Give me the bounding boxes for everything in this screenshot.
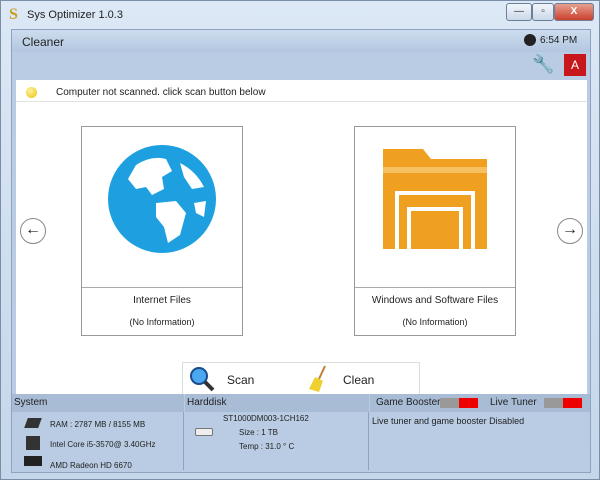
card-internet-files[interactable]: Internet Files (No Information) xyxy=(81,126,243,336)
section-title: Cleaner xyxy=(22,35,65,49)
status-bar: Computer not scanned. click scan button … xyxy=(16,82,587,102)
main-panel: Cleaner 6:54 PM 🔧 A Computer not scanned… xyxy=(11,29,591,473)
app-logo-icon: S xyxy=(9,6,18,23)
harddisk-column: ST1000DM003-1CH162 Size : 1 TB Temp : 31… xyxy=(185,412,369,470)
harddisk-temp: Temp : 31.0 ° C xyxy=(239,442,295,451)
cpu-text: Intel Core i5-3570@ 3.40GHz xyxy=(50,440,156,449)
card-subtitle: (No Information) xyxy=(402,317,468,327)
folder-icon xyxy=(383,149,487,249)
account-button[interactable]: A xyxy=(564,54,586,76)
cleaner-content: Computer not scanned. click scan button … xyxy=(16,80,587,394)
system-info-panel: System Harddisk Game Booster Live Tuner … xyxy=(12,394,590,472)
card-title: Windows and Software Files xyxy=(371,295,499,306)
live-tuner-label: Live Tuner xyxy=(490,397,537,408)
scan-button[interactable]: Scan xyxy=(227,373,254,387)
window-title: Sys Optimizer 1.0.3 xyxy=(27,9,123,21)
game-booster-toggle[interactable] xyxy=(440,398,478,408)
live-tuner-toggle[interactable] xyxy=(544,398,582,408)
boost-column: Live tuner and game booster Disabled xyxy=(370,412,590,470)
card-title: Internet Files xyxy=(133,295,191,306)
app-window: S Sys Optimizer 1.0.3 — ▫ X Cleaner 6:54… xyxy=(0,0,600,480)
status-text: Computer not scanned. click scan button … xyxy=(56,87,266,98)
title-bar: S Sys Optimizer 1.0.3 — ▫ X xyxy=(1,1,600,29)
next-arrow-button[interactable]: → xyxy=(557,218,583,244)
system-heading: System xyxy=(12,394,184,412)
gpu-text: AMD Radeon HD 6670 xyxy=(50,461,132,470)
clock-icon xyxy=(524,34,536,46)
gpu-icon xyxy=(24,456,42,466)
ram-text: RAM : 2787 MB / 8155 MB xyxy=(50,420,146,429)
card-divider xyxy=(82,287,242,288)
clean-button[interactable]: Clean xyxy=(343,373,374,387)
boost-heading: Game Booster Live Tuner xyxy=(370,394,590,412)
close-button[interactable]: X xyxy=(554,3,594,21)
boost-status-text: Live tuner and game booster Disabled xyxy=(372,416,525,426)
card-subtitle: (No Information) xyxy=(129,317,195,327)
globe-icon xyxy=(108,145,216,253)
magnifier-icon xyxy=(190,367,215,392)
prev-arrow-button[interactable]: ← xyxy=(20,218,46,244)
ram-icon xyxy=(24,418,42,428)
harddisk-heading: Harddisk xyxy=(185,394,369,412)
harddisk-icon xyxy=(195,428,213,436)
maximize-button[interactable]: ▫ xyxy=(532,3,554,21)
broom-icon xyxy=(309,365,326,392)
wrench-icon[interactable]: 🔧 xyxy=(532,54,554,75)
action-bar: Scan Clean xyxy=(182,362,420,394)
clock-time: 6:54 PM xyxy=(540,35,578,46)
status-indicator-icon xyxy=(26,87,37,98)
system-column: RAM : 2787 MB / 8155 MB Intel Core i5-35… xyxy=(12,412,184,470)
harddisk-model: ST1000DM003-1CH162 xyxy=(223,414,309,423)
card-windows-software-files[interactable]: Windows and Software Files (No Informati… xyxy=(354,126,516,336)
game-booster-label: Game Booster xyxy=(376,397,441,408)
section-header: Cleaner 6:54 PM xyxy=(12,30,590,52)
harddisk-size: Size : 1 TB xyxy=(239,428,278,437)
minimize-button[interactable]: — xyxy=(506,3,532,21)
card-divider xyxy=(355,287,515,288)
cpu-icon xyxy=(26,436,40,450)
